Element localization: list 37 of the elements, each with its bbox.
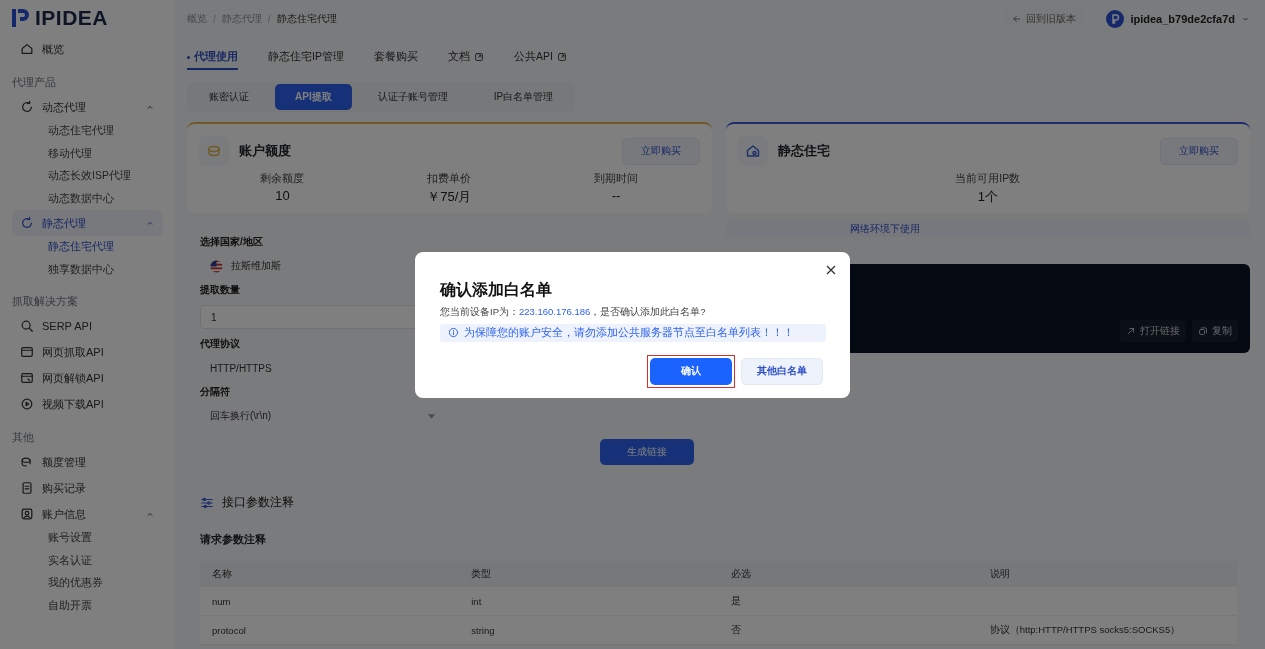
breadcrumb-separator: / xyxy=(267,13,271,25)
nav-section-label: 代理产品 xyxy=(12,76,57,90)
column-header: 说明 xyxy=(988,567,1011,581)
table-cell-text: 是 xyxy=(729,594,742,608)
stat-label: 剩余额度 xyxy=(260,172,305,186)
section-subtitle: 请求参数注释 xyxy=(200,532,267,547)
warning-text: 为保障您的账户安全，请勿添加公共服务器节点至白名单列表！！！ xyxy=(464,325,794,340)
field-label: 代理协议 xyxy=(200,337,240,351)
table-cell-text: protocol xyxy=(211,624,247,636)
stat-value: ￥75/月 xyxy=(427,188,472,206)
column-header: 名称 xyxy=(211,567,233,581)
table-cell-text: 否 xyxy=(729,623,742,637)
stat-label: 当前可用IP数 xyxy=(955,172,1021,186)
column-header: 类型 xyxy=(470,567,493,581)
stat-value: -- xyxy=(611,188,621,203)
field-label: 选择国家/地区 xyxy=(200,235,263,249)
nav-section-label: 其他 xyxy=(12,431,35,445)
section-title: 接口参数注释 xyxy=(222,495,294,510)
card-title: 静态住宅 xyxy=(777,142,831,160)
stat-label: 扣费单价 xyxy=(427,172,472,186)
logo-text: IPIDEA xyxy=(35,6,108,30)
field-label: 提取数量 xyxy=(200,283,240,297)
table-cell-text: string xyxy=(470,624,496,636)
column-header: 必选 xyxy=(729,567,752,581)
table-cell-text: int xyxy=(470,595,483,607)
stat-value: 10 xyxy=(275,188,290,203)
table-cell-text: num xyxy=(211,595,232,607)
nav-section-label: 抓取解决方案 xyxy=(12,295,79,309)
table-cell-text: 协议（http:HTTP/HTTPS socks5:SOCKS5） xyxy=(988,623,1182,637)
dialog-message: 您当前设备IP为：223.160.176.186，是否确认添加此白名单? xyxy=(440,305,707,319)
card-title: 账户额度 xyxy=(239,142,292,160)
notice-text: 网络环境下使用 xyxy=(725,221,1250,237)
field-label: 分隔符 xyxy=(200,385,230,399)
stat-value: 1个 xyxy=(977,188,998,206)
dialog-title: 确认添加白名单 xyxy=(440,279,553,300)
stat-label: 到期时间 xyxy=(594,172,639,186)
breadcrumb-separator: / xyxy=(213,13,216,25)
